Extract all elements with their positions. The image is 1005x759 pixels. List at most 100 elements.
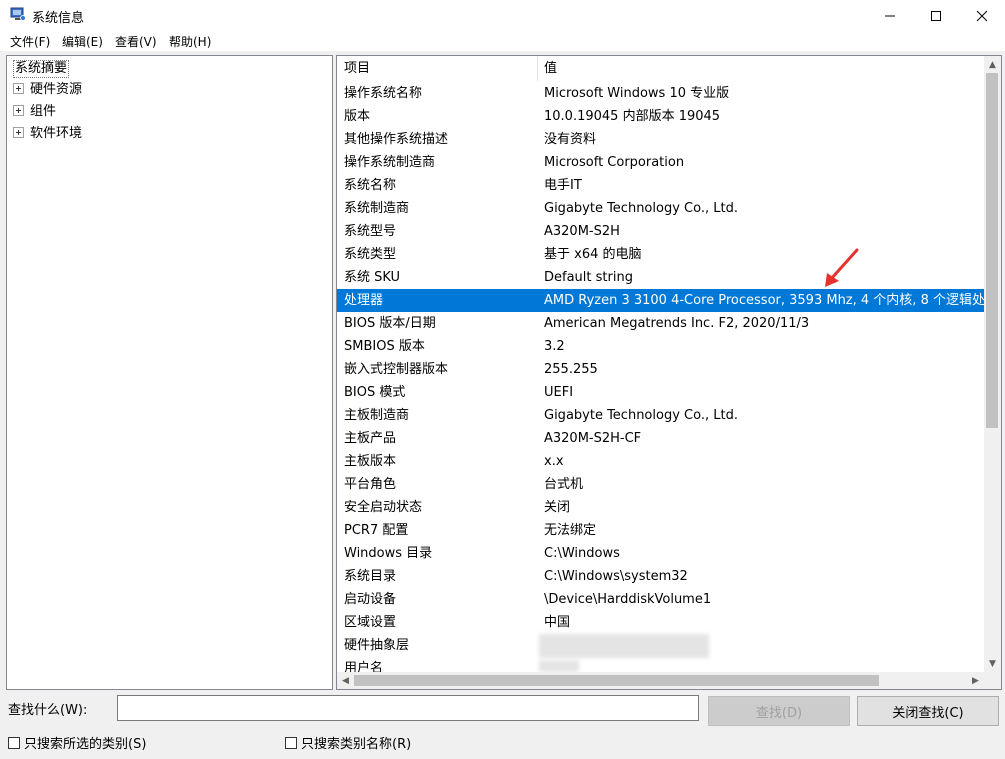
table-row[interactable]: 主板制造商 Gigabyte Technology Co., Ltd. xyxy=(337,404,984,427)
table-row[interactable]: 系统制造商 Gigabyte Technology Co., Ltd. xyxy=(337,197,984,220)
minimize-button[interactable] xyxy=(867,0,913,31)
minimize-icon xyxy=(885,15,895,16)
tree-item-label: 硬件资源 xyxy=(30,82,83,97)
row-item-value: 关闭 xyxy=(544,500,571,515)
row-item-name: 启动设备 xyxy=(344,592,397,607)
menu-help[interactable]: 帮助(H) xyxy=(169,33,211,50)
tree-item-hardware-resources[interactable]: 硬件资源 xyxy=(13,81,82,99)
row-item-name: 安全启动状态 xyxy=(344,500,423,515)
scroll-up-icon[interactable]: ▲ xyxy=(984,56,1001,73)
scroll-left-icon[interactable]: ◀ xyxy=(337,672,354,689)
table-row[interactable]: 处理器 AMD Ryzen 3 3100 4-Core Processor, 35… xyxy=(337,289,985,312)
search-category-names-checkbox[interactable]: 只搜索类别名称(R) xyxy=(285,733,411,752)
table-row[interactable]: 系统型号 A320M-S2H xyxy=(337,220,984,243)
menu-view[interactable]: 查看(V) xyxy=(115,33,157,50)
table-row[interactable]: 版本 10.0.19045 内部版本 19045 xyxy=(337,105,984,128)
row-item-name: 版本 xyxy=(344,109,371,124)
menu-edit[interactable]: 编辑(E) xyxy=(62,33,103,50)
table-row[interactable]: 区域设置 中国 xyxy=(337,611,984,634)
row-item-value: C:\Windows xyxy=(544,546,620,561)
table-row[interactable]: BIOS 版本/日期 American Megatrends Inc. F2, 2… xyxy=(337,312,984,335)
row-item-value: 没有资料 xyxy=(544,132,597,147)
horizontal-scroll-thumb[interactable] xyxy=(354,675,879,686)
redacted-value xyxy=(539,660,579,672)
table-row[interactable]: 其他操作系统描述 没有资料 xyxy=(337,128,984,151)
row-item-name: 系统类型 xyxy=(344,247,397,262)
row-item-value: 台式机 xyxy=(544,477,584,492)
table-row[interactable]: BIOS 模式 UEFI xyxy=(337,381,984,404)
table-row[interactable]: 主板产品 A320M-S2H-CF xyxy=(337,427,984,450)
checkbox-label: 只搜索类别名称(R) xyxy=(301,737,412,752)
maximize-icon xyxy=(931,10,941,21)
expand-icon[interactable] xyxy=(13,105,24,116)
row-item-value: 3.2 xyxy=(544,339,565,354)
table-row[interactable]: SMBIOS 版本 3.2 xyxy=(337,335,984,358)
row-item-value: 电手IT xyxy=(544,178,582,193)
table-row[interactable]: PCR7 配置 无法绑定 xyxy=(337,519,984,542)
table-row[interactable]: 安全启动状态 关闭 xyxy=(337,496,984,519)
row-item-name: 主板版本 xyxy=(344,454,397,469)
vertical-scrollbar[interactable]: ▲ ▼ xyxy=(984,56,1001,672)
find-button[interactable]: 查找(D) xyxy=(708,696,850,726)
table-row[interactable]: 系统 SKU Default string xyxy=(337,266,984,289)
row-item-name: 硬件抽象层 xyxy=(344,638,410,653)
scroll-down-icon[interactable]: ▼ xyxy=(984,655,1001,672)
table-row[interactable]: 启动设备 \Device\HarddiskVolume1 xyxy=(337,588,984,611)
table-row[interactable]: 系统目录 C:\Windows\system32 xyxy=(337,565,984,588)
tree-item-label: 组件 xyxy=(30,104,57,119)
table-row[interactable]: 系统名称 电手IT xyxy=(337,174,984,197)
row-item-value: \Device\HarddiskVolume1 xyxy=(544,592,712,607)
redacted-value xyxy=(539,634,709,658)
row-item-name: PCR7 配置 xyxy=(344,523,409,538)
row-item-name: 嵌入式控制器版本 xyxy=(344,362,449,377)
row-item-value: Default string xyxy=(544,270,633,285)
row-item-name: 操作系统名称 xyxy=(344,86,423,101)
vertical-scroll-thumb[interactable] xyxy=(986,73,998,428)
table-row[interactable]: 嵌入式控制器版本 255.255 xyxy=(337,358,984,381)
row-item-name: 主板制造商 xyxy=(344,408,410,423)
details-list[interactable]: 项目 值 操作系统名称 Microsoft Windows 10 专业版版本 10.… xyxy=(336,55,1002,690)
checkbox-box[interactable] xyxy=(285,736,297,749)
row-item-value: 中国 xyxy=(544,615,571,630)
maximize-button[interactable] xyxy=(913,0,959,31)
list-rows: 操作系统名称 Microsoft Windows 10 专业版版本 10.0.190… xyxy=(337,82,985,680)
row-item-value: 无法绑定 xyxy=(544,523,597,538)
column-header-value[interactable]: 值 xyxy=(544,56,557,81)
row-item-name: 其他操作系统描述 xyxy=(344,132,449,147)
row-item-value: Gigabyte Technology Co., Ltd. xyxy=(544,408,738,423)
column-divider[interactable] xyxy=(537,56,538,81)
scroll-right-icon[interactable]: ▶ xyxy=(967,672,984,689)
checkbox-box[interactable] xyxy=(8,736,20,749)
row-item-value: x.x xyxy=(544,454,564,469)
find-input[interactable] xyxy=(117,695,699,721)
close-button[interactable] xyxy=(959,0,1005,31)
expand-icon[interactable] xyxy=(13,83,24,94)
close-find-button[interactable]: 关闭查找(C) xyxy=(857,696,999,726)
tree-item-label: 软件环境 xyxy=(30,126,83,141)
row-item-value: American Megatrends Inc. F2, 2020/11/3 xyxy=(544,316,810,331)
row-item-value: A320M-S2H-CF xyxy=(544,431,642,446)
row-item-value: Microsoft Corporation xyxy=(544,155,685,170)
table-row[interactable]: 系统类型 基于 x64 的电脑 xyxy=(337,243,984,266)
table-row[interactable]: 平台角色 台式机 xyxy=(337,473,984,496)
row-item-value: Microsoft Windows 10 专业版 xyxy=(544,86,730,101)
table-row[interactable]: 操作系统制造商 Microsoft Corporation xyxy=(337,151,984,174)
row-item-value: 255.255 xyxy=(544,362,598,377)
table-row[interactable]: 操作系统名称 Microsoft Windows 10 专业版 xyxy=(337,82,984,105)
menu-file[interactable]: 文件(F) xyxy=(10,33,50,50)
annotation-arrow-icon xyxy=(825,248,859,287)
horizontal-scrollbar[interactable]: ◀ ▶ xyxy=(337,672,984,689)
tree-item-software-environment[interactable]: 软件环境 xyxy=(13,125,82,143)
expand-icon[interactable] xyxy=(13,127,24,138)
table-row[interactable]: 主板版本 x.x xyxy=(337,450,984,473)
tree-item-components[interactable]: 组件 xyxy=(13,103,56,121)
table-row[interactable]: Windows 目录 C:\Windows xyxy=(337,542,984,565)
tree-item-system-summary[interactable]: 系统摘要 xyxy=(13,60,70,78)
find-label: 查找什么(W): xyxy=(8,703,88,718)
column-header-item[interactable]: 项目 xyxy=(344,56,370,81)
search-selected-category-checkbox[interactable]: 只搜索所选的类别(S) xyxy=(8,733,146,752)
row-item-name: 处理器 xyxy=(344,293,384,308)
row-item-value: 10.0.19045 内部版本 19045 xyxy=(544,109,721,124)
scrollbar-corner xyxy=(984,672,1001,689)
category-tree[interactable]: 系统摘要 硬件资源 组件 软件环境 xyxy=(6,55,333,690)
